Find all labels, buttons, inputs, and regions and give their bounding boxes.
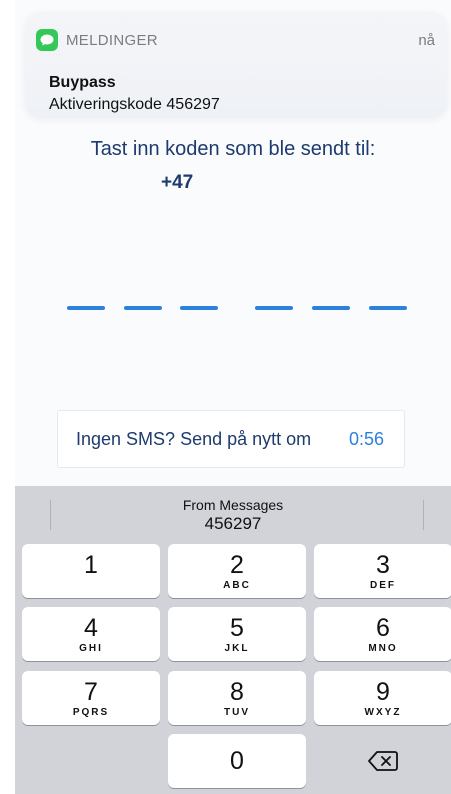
notification-time: nå <box>418 31 435 49</box>
key-letters: PQRS <box>72 706 110 718</box>
key-letters: MNO <box>368 642 398 654</box>
key-digit: 5 <box>230 613 244 642</box>
key-letters: JKL <box>224 642 250 654</box>
code-slot[interactable] <box>369 306 407 310</box>
resend-label: Ingen SMS? Send på nytt om <box>76 428 312 449</box>
key-digit: 8 <box>230 677 244 706</box>
key-letters: ABC <box>223 579 251 591</box>
suggestion-divider <box>423 500 424 530</box>
key-3[interactable]: 3 DEF <box>314 544 451 598</box>
key-letters: GHI <box>79 642 103 654</box>
resend-sms-box[interactable]: Ingen SMS? Send på nytt om 0:56 <box>57 410 405 468</box>
suggestion-title: From Messages <box>182 497 284 513</box>
code-prompt: Tast inn koden som ble sendt til: <box>90 138 376 160</box>
backspace-key[interactable] <box>314 734 451 788</box>
key-letters: WXYZ <box>364 706 402 718</box>
code-slot[interactable] <box>124 306 162 310</box>
key-6[interactable]: 6 MNO <box>314 607 451 661</box>
key-digit: 2 <box>230 550 244 579</box>
key-7[interactable]: 7 PQRS <box>22 671 160 725</box>
backspace-icon <box>368 751 398 771</box>
key-2[interactable]: 2 ABC <box>168 544 306 598</box>
messages-app-icon <box>36 29 58 51</box>
key-digit: 3 <box>376 550 390 579</box>
key-9[interactable]: 9 WXYZ <box>314 671 451 725</box>
code-slot[interactable] <box>180 306 218 310</box>
key-letters: TUV <box>224 706 250 718</box>
key-1[interactable]: 1 <box>22 544 160 598</box>
notification-sender: Buypass <box>49 74 116 91</box>
notification-body: Aktiveringskode 456297 <box>49 96 220 113</box>
key-digit: 1 <box>84 550 98 579</box>
autofill-suggestion[interactable]: From Messages 456297 <box>15 486 451 540</box>
resend-timer: 0:56 <box>348 428 384 449</box>
code-input[interactable] <box>67 306 407 312</box>
screen: MELDINGER nå Buypass Aktiveringskode 456… <box>15 0 451 794</box>
key-digit: 6 <box>376 613 390 642</box>
key-digit: 7 <box>84 677 98 706</box>
key-0[interactable]: 0 <box>168 734 306 788</box>
sms-notification-banner[interactable]: MELDINGER nå Buypass Aktiveringskode 456… <box>25 12 447 118</box>
phone-number: +47 <box>161 172 194 193</box>
suggestion-code: 456297 <box>204 514 262 533</box>
notification-header: MELDINGER nå <box>36 28 435 52</box>
key-digit: 9 <box>376 677 390 706</box>
code-slot[interactable] <box>255 306 293 310</box>
code-slot[interactable] <box>67 306 105 310</box>
key-digit: 4 <box>84 613 98 642</box>
key-5[interactable]: 5 JKL <box>168 607 306 661</box>
numeric-keyboard: From Messages 456297 1 2 ABC 3 DEF 4 GHI… <box>15 486 451 794</box>
key-8[interactable]: 8 TUV <box>168 671 306 725</box>
key-letters: DEF <box>370 579 396 591</box>
key-digit: 0 <box>230 747 244 775</box>
code-slot[interactable] <box>312 306 350 310</box>
key-4[interactable]: 4 GHI <box>22 607 160 661</box>
notification-app-name: MELDINGER <box>66 31 158 49</box>
